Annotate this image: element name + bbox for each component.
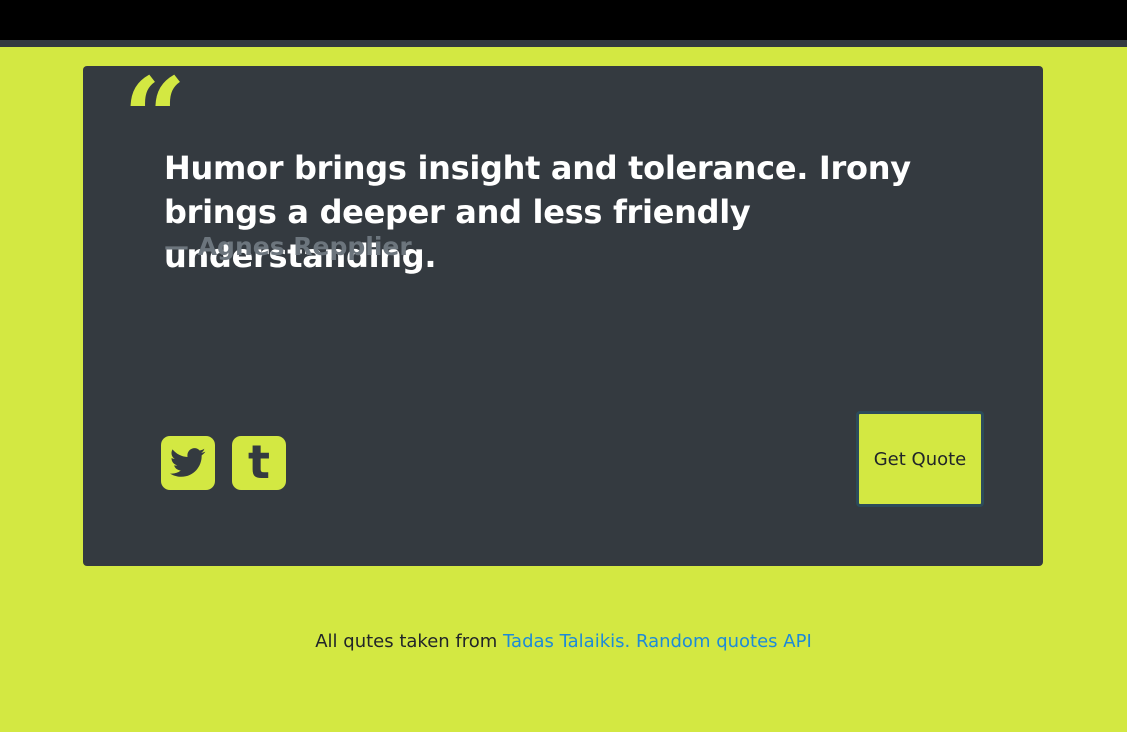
top-bar-edge [0,40,1127,47]
tweet-quote-button[interactable] [161,436,215,490]
quote-card: “ Humor brings insight and tolerance. Ir… [83,63,1043,566]
footer: All qutes taken from Tadas Talaikis. Ran… [0,628,1127,656]
quote-author: — Agnes Repplier [164,232,412,261]
get-quote-button[interactable]: Get Quote [856,411,984,507]
quotes-api-link[interactable]: Tadas Talaikis. Random quotes API [503,631,812,652]
footer-text: All qutes taken from [315,631,504,652]
twitter-icon [170,448,206,477]
tumblr-share-button[interactable]: t [232,436,286,490]
tumblr-icon: t [248,435,270,489]
browser-top-bar [0,0,1127,40]
